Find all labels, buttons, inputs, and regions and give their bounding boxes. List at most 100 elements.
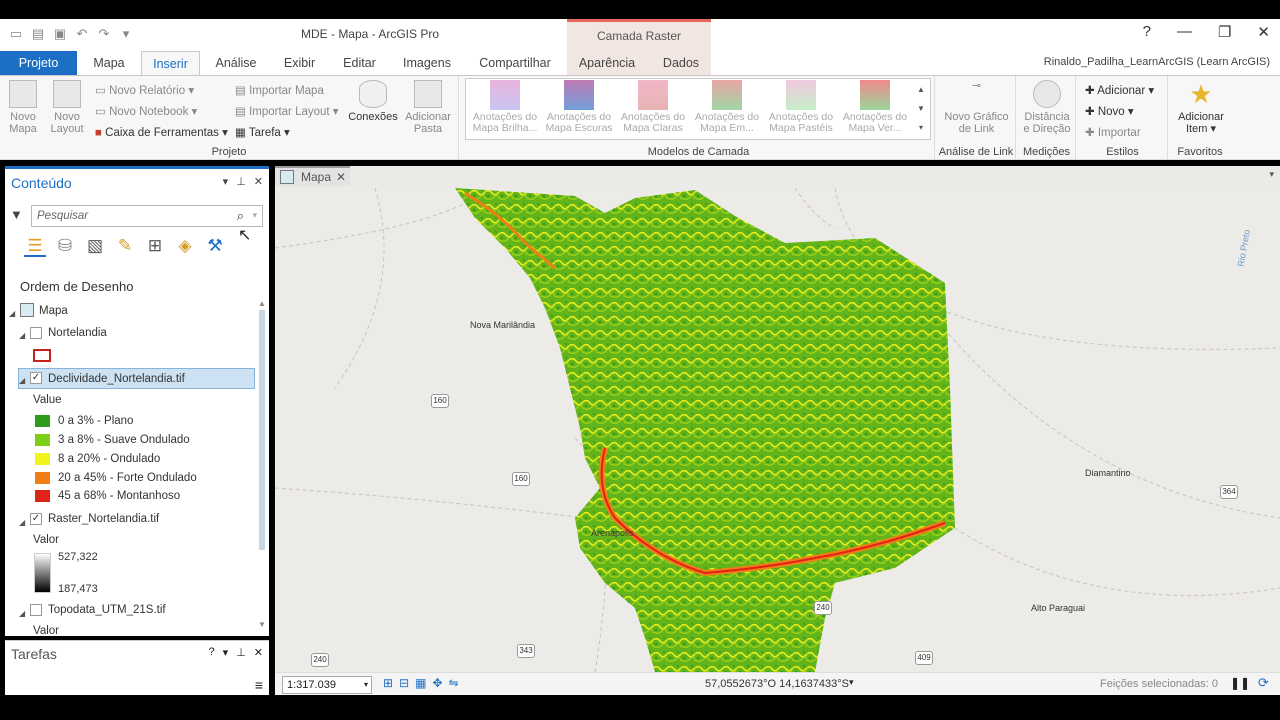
- list-by-editing-icon[interactable]: ✎: [114, 235, 136, 257]
- import-style-button[interactable]: ✚ Importar: [1085, 125, 1141, 139]
- scroll-thumb[interactable]: [259, 310, 265, 550]
- tab-projeto[interactable]: Projeto: [0, 51, 77, 75]
- legend-swatch[interactable]: [35, 453, 50, 465]
- layer-topodata[interactable]: Topodata_UTM_21S.tif: [48, 604, 166, 616]
- new-notebook-button[interactable]: ▭ Novo Notebook ▾: [95, 104, 197, 118]
- refresh-icon[interactable]: ⟳: [1258, 675, 1269, 691]
- group-medicoes: Distância e Direção Medições: [1018, 76, 1076, 160]
- list-by-source-icon[interactable]: ⛁: [54, 235, 76, 257]
- import-layout-button[interactable]: ▤ Importar Layout ▾: [235, 104, 339, 118]
- layer-nortelandia[interactable]: Nortelandia: [48, 327, 107, 339]
- tab-analise[interactable]: Análise: [205, 51, 267, 75]
- search-icon[interactable]: ⌕: [237, 208, 244, 224]
- tab-aparencia[interactable]: Aparência: [570, 51, 644, 75]
- legend-swatch[interactable]: [35, 472, 50, 484]
- selected-features: Feições selecionadas: 0: [1100, 678, 1219, 690]
- pause-icon[interactable]: ❚❚: [1230, 676, 1250, 690]
- stretch-ramp[interactable]: [34, 553, 51, 593]
- collapse-icon: ◢: [19, 518, 26, 527]
- layer-declividade[interactable]: Declividade_Nortelandia.tif: [48, 373, 185, 385]
- tab-inserir[interactable]: Inserir: [141, 51, 200, 76]
- map-tab[interactable]: Mapa ✕: [275, 166, 350, 186]
- help-icon[interactable]: ?: [1143, 23, 1151, 41]
- help-icon[interactable]: ?: [209, 646, 215, 659]
- chevron-down-icon[interactable]: ▾: [1269, 169, 1274, 180]
- close-icon[interactable]: ✕: [1257, 23, 1270, 41]
- scroll-down-icon[interactable]: ▼: [258, 620, 266, 629]
- legend-swatch[interactable]: [35, 434, 50, 446]
- layer-raster[interactable]: Raster_Nortelandia.tif: [48, 513, 159, 525]
- list-by-snapping-icon[interactable]: ⊞: [144, 235, 166, 257]
- context-band-raster: Camada Raster: [567, 19, 711, 51]
- layer-visibility-checkbox[interactable]: ✓: [30, 372, 42, 384]
- search-input[interactable]: Pesquisar ⌕ ▾: [31, 205, 263, 227]
- add-folder-button[interactable]: Adicionar Pasta: [402, 80, 454, 135]
- tree-item-map[interactable]: Mapa: [39, 305, 68, 317]
- filter-icon[interactable]: ▼: [10, 207, 23, 222]
- template-em[interactable]: Anotações do Mapa Em...: [689, 80, 765, 134]
- legend-field: Valor: [33, 625, 59, 637]
- add-style-button[interactable]: ✚ Adicionar ▾: [1085, 83, 1154, 97]
- connections-button[interactable]: Conexões: [346, 80, 400, 123]
- pane-menu-icon[interactable]: ▾: [223, 646, 229, 659]
- chevron-down-icon[interactable]: ▾: [364, 677, 368, 693]
- pane-menu-icon[interactable]: ▾: [223, 175, 229, 188]
- polygon-symbol[interactable]: [33, 349, 51, 362]
- template-ver[interactable]: Anotações do Mapa Ver...: [837, 80, 913, 134]
- tab-exibir[interactable]: Exibir: [272, 51, 327, 75]
- template-brilhantes[interactable]: Anotações do Mapa Brilha...: [467, 80, 543, 134]
- place-label: Arenápolis: [591, 528, 634, 538]
- grid-icon[interactable]: ⊟: [399, 676, 409, 690]
- tab-dados[interactable]: Dados: [650, 51, 712, 75]
- snapping-icon[interactable]: ✥: [432, 676, 442, 690]
- chevron-down-icon[interactable]: ▾: [849, 677, 854, 688]
- pin-icon[interactable]: ⊥: [236, 646, 246, 659]
- new-map-button[interactable]: Novo Mapa: [4, 80, 42, 135]
- close-icon[interactable]: ✕: [254, 175, 263, 188]
- new-layout-button[interactable]: Novo Layout: [46, 80, 88, 135]
- layer-visibility-checkbox[interactable]: [30, 327, 42, 339]
- template-escuras[interactable]: Anotações do Mapa Escuras: [541, 80, 617, 134]
- pane-title: Conteúdo: [11, 175, 72, 191]
- task-button[interactable]: ▦ Tarefa ▾: [235, 125, 290, 139]
- import-map-button[interactable]: ▤ Importar Mapa: [235, 83, 324, 97]
- distance-direction-button[interactable]: Distância e Direção: [1020, 80, 1074, 135]
- list-by-labeling-icon[interactable]: ◈: [174, 235, 196, 257]
- legend-swatch[interactable]: [35, 490, 50, 502]
- chevron-down-icon[interactable]: ▾: [252, 210, 257, 221]
- close-icon[interactable]: ✕: [336, 168, 346, 186]
- map-canvas[interactable]: Nova Marilândia Arenápolis Diamantino Al…: [275, 188, 1280, 672]
- list-by-drawing-order-icon[interactable]: ☰: [24, 235, 46, 257]
- hamburger-icon[interactable]: ≡: [255, 677, 263, 693]
- gallery-scroll[interactable]: ▲ ▼ ▾: [915, 80, 927, 138]
- tab-compartilhar[interactable]: Compartilhar: [470, 51, 560, 75]
- toolbox-button[interactable]: ■ Caixa de Ferramentas ▾: [95, 125, 228, 139]
- north-arrow-icon[interactable]: ⇋: [449, 676, 459, 690]
- table-icon[interactable]: ▦: [415, 676, 426, 690]
- new-report-button[interactable]: ▭ Novo Relatório ▾: [95, 83, 194, 97]
- template-claras[interactable]: Anotações do Mapa Claras: [615, 80, 691, 134]
- scroll-up-icon[interactable]: ▲: [258, 299, 266, 308]
- tab-mapa[interactable]: Mapa: [80, 51, 138, 75]
- new-style-button[interactable]: ✚ Novo ▾: [1085, 104, 1134, 118]
- maximize-icon[interactable]: ❐: [1218, 23, 1231, 41]
- tab-editar[interactable]: Editar: [332, 51, 387, 75]
- template-pasteis[interactable]: Anotações do Mapa Pastéis: [763, 80, 839, 134]
- layer-visibility-checkbox[interactable]: [30, 604, 42, 616]
- user-account[interactable]: Rinaldo_Padilha_LearnArcGIS (Learn ArcGI…: [1044, 56, 1270, 68]
- close-icon[interactable]: ✕: [254, 646, 263, 659]
- legend-swatch[interactable]: [35, 415, 50, 427]
- pin-icon[interactable]: ⊥: [236, 175, 246, 188]
- scale-selector[interactable]: 1:317.039 ▾: [282, 676, 372, 694]
- minimize-icon[interactable]: —: [1177, 23, 1192, 41]
- new-link-chart-button[interactable]: ⊸ Novo Gráfico de Link: [939, 80, 1014, 135]
- fixed-zoom-icon[interactable]: ⊞: [383, 676, 393, 690]
- layer-visibility-checkbox[interactable]: ✓: [30, 513, 42, 525]
- list-by-selection-icon[interactable]: ▧: [84, 235, 106, 257]
- add-item-button[interactable]: ★ Adicionar Item ▾: [1172, 80, 1230, 135]
- tab-imagens[interactable]: Imagens: [394, 51, 460, 75]
- legend-class: 8 a 20% - Ondulado: [58, 453, 161, 465]
- map-status-bar: 1:317.039 ▾ ⊞ ⊟ ▦ ✥ ⇋ 57,0552673°O 14,1637433…: [275, 672, 1280, 695]
- list-by-perspective-icon[interactable]: ⚒: [204, 235, 226, 257]
- scrollbar[interactable]: ▲ ▼: [258, 299, 266, 629]
